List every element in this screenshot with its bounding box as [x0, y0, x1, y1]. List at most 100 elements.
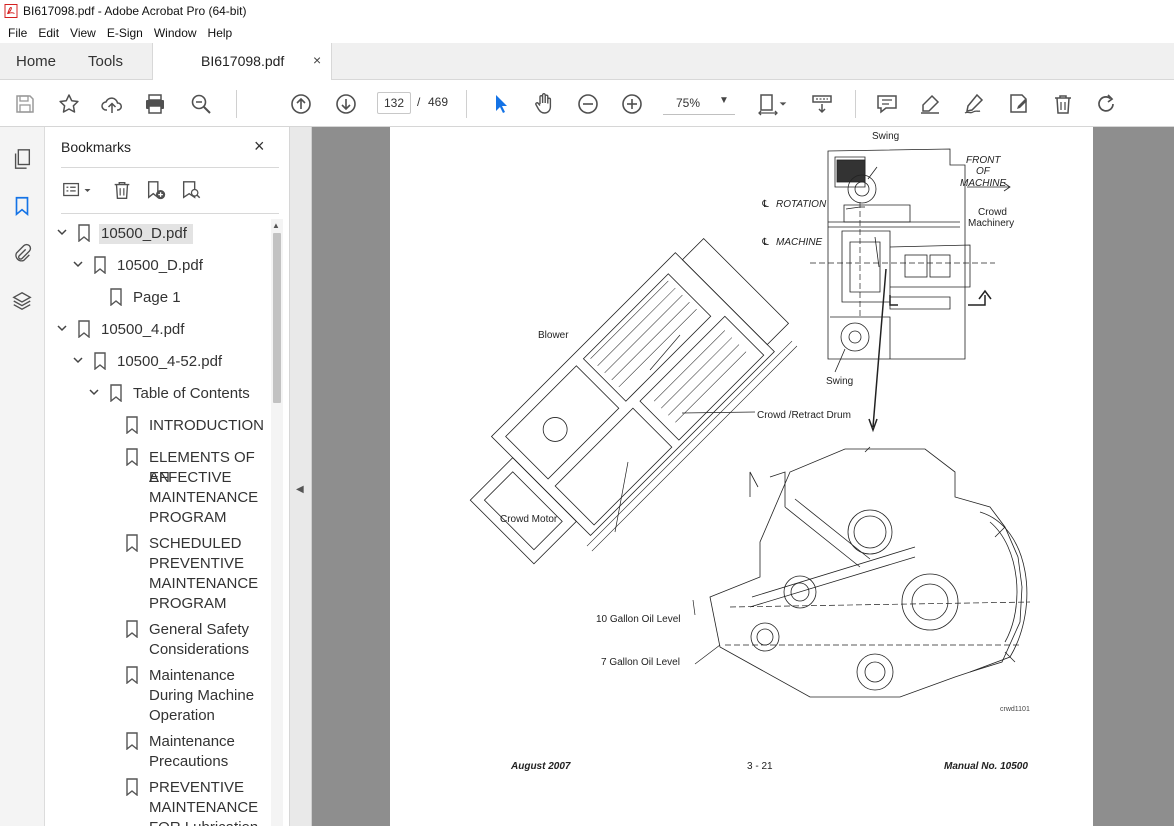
bookmark-panel-icon[interactable]	[8, 192, 36, 220]
bookmark-label-line: Precautions	[149, 753, 229, 770]
star-icon[interactable]	[56, 91, 82, 117]
bookmark-item[interactable]: SCHEDULED PREVENTIVE MAINTENANCE PROGRAM	[45, 532, 271, 616]
page-thumbnails-icon[interactable]	[8, 145, 36, 173]
page-separator: /	[417, 95, 421, 109]
bookmark-item[interactable]: ELEMENTS OF AN EFFECTIVE MAINTENANCE PRO…	[45, 446, 271, 530]
bookmark-item[interactable]: General Safety Considerations	[45, 618, 271, 662]
page-number-input[interactable]: 132	[377, 92, 411, 114]
zoom-value: 75%	[676, 96, 701, 110]
print-icon[interactable]	[142, 91, 168, 117]
chevron-down-icon[interactable]	[776, 91, 790, 117]
zoom-out-search-icon[interactable]	[188, 91, 214, 117]
panel-collapse-strip[interactable]: ◀	[290, 127, 312, 826]
bookmark-item[interactable]: 10500_4-52.pdf	[45, 350, 271, 376]
label-ten-gallon: 10 Gallon Oil Level	[596, 614, 681, 625]
menu-esign[interactable]: E-Sign	[101, 26, 148, 40]
zoom-select[interactable]: 75% ▼	[663, 91, 735, 115]
bookmark-item[interactable]: INTRODUCTION	[45, 414, 271, 440]
menu-view[interactable]: View	[64, 26, 101, 40]
footer-manual: Manual No. 10500	[944, 761, 1028, 772]
chevron-down-icon[interactable]	[72, 258, 84, 270]
tab-document[interactable]: BI617098.pdf ×	[152, 43, 332, 81]
next-page-icon[interactable]	[333, 91, 359, 117]
chevron-down-icon: ▼	[719, 95, 729, 106]
bookmark-options-icon[interactable]	[61, 177, 92, 203]
collapse-left-icon[interactable]: ◀	[296, 484, 304, 495]
title-bar: BI617098.pdf - Adobe Acrobat Pro (64-bit…	[0, 0, 1174, 22]
sign-pen-icon[interactable]	[961, 91, 987, 117]
chevron-down-icon[interactable]	[56, 322, 68, 334]
close-tab-icon[interactable]: ×	[313, 52, 321, 68]
bookmark-icon	[94, 256, 106, 274]
menu-edit[interactable]: Edit	[32, 26, 64, 40]
bookmark-label-line: During Machine	[149, 687, 255, 704]
label-crowd-retract-drum: Crowd /Retract Drum	[757, 410, 851, 421]
attachments-paperclip-icon[interactable]	[8, 239, 36, 267]
bookmark-item[interactable]: Maintenance Precautions	[45, 730, 271, 774]
bookmark-label: 10500_4-52.pdf	[117, 353, 223, 370]
bookmark-item[interactable]: 10500_4.pdf	[45, 318, 271, 344]
delete-icon[interactable]	[1050, 91, 1076, 117]
highlight-pen-icon[interactable]	[917, 91, 943, 117]
layers-icon[interactable]	[8, 287, 36, 315]
centerline-icon: ℄	[761, 237, 770, 248]
left-rail	[0, 127, 45, 826]
centerline-icon: ℄	[761, 199, 770, 210]
comment-icon[interactable]	[874, 91, 900, 117]
toolbar-separator	[855, 90, 856, 118]
toolbar-separator	[236, 90, 237, 118]
menu-bar: File Edit View E-Sign Window Help	[0, 22, 1174, 43]
menu-window[interactable]: Window	[148, 26, 202, 40]
bookmark-item[interactable]: Page 1	[45, 286, 271, 312]
find-bookmark-icon[interactable]	[180, 177, 202, 203]
upload-cloud-icon[interactable]	[99, 91, 125, 117]
menu-help[interactable]: Help	[202, 26, 238, 40]
previous-page-icon[interactable]	[288, 91, 314, 117]
select-cursor-icon[interactable]	[488, 91, 514, 117]
edit-pdf-icon[interactable]	[1006, 91, 1032, 117]
scrollbar-thumb[interactable]	[273, 233, 281, 403]
save-icon[interactable]	[12, 91, 38, 117]
label-machine: MACHINE	[776, 237, 823, 248]
zoom-in-icon[interactable]	[619, 91, 645, 117]
menu-file[interactable]: File	[2, 26, 32, 40]
chevron-down-icon[interactable]	[72, 354, 84, 366]
bookmark-icon	[126, 732, 138, 750]
bookmark-item[interactable]: 10500_D.pdf	[45, 254, 271, 280]
bookmark-item[interactable]: Table of Contents	[45, 382, 271, 408]
toolbar-separator	[466, 90, 467, 118]
scroll-up-icon[interactable]: ▲	[272, 221, 280, 230]
window-title: BI617098.pdf - Adobe Acrobat Pro (64-bit…	[23, 4, 247, 18]
bookmark-item[interactable]: PREVENTIVE MAINTENANCE FOR Lubrication	[45, 776, 271, 826]
chevron-down-icon[interactable]	[56, 226, 68, 238]
bookmark-label-line: PREVENTIVE	[149, 555, 245, 572]
bookmark-icon	[126, 448, 138, 466]
redo-icon[interactable]	[1094, 91, 1120, 117]
hand-tool-icon[interactable]	[531, 91, 557, 117]
tab-bar: Home Tools BI617098.pdf ×	[0, 43, 1174, 81]
tab-home[interactable]: Home	[16, 43, 56, 80]
chevron-down-icon[interactable]	[88, 386, 100, 398]
new-bookmark-icon[interactable]	[145, 177, 167, 203]
bookmark-label-line: Considerations	[149, 641, 250, 658]
bookmark-icon	[126, 620, 138, 638]
bookmark-label-line: MAINTENANCE	[149, 489, 259, 506]
bookmark-label-line: PROGRAM	[149, 509, 227, 526]
close-panel-icon[interactable]: ×	[254, 136, 265, 157]
bookmark-icon	[94, 352, 106, 370]
zoom-out-icon[interactable]	[575, 91, 601, 117]
bookmark-icon	[126, 534, 138, 552]
acrobat-pdf-icon	[4, 4, 18, 18]
bookmark-icon	[78, 320, 90, 338]
document-viewport[interactable]: Swing FRONT OF MACHINE ℄ ROTATION Crowd …	[312, 127, 1174, 826]
bookmark-item[interactable]: 10500_D.pdf	[45, 222, 271, 248]
bookmark-label: 10500_4.pdf	[101, 321, 185, 338]
bookmarks-scrollbar[interactable]: ▲	[271, 219, 283, 826]
delete-bookmark-icon[interactable]	[111, 177, 133, 203]
bookmarks-panel: Bookmarks × 10500_D.pdf 10500_D.pdf Page…	[45, 127, 290, 826]
bookmark-label-line: FOR Lubrication	[149, 818, 258, 826]
scrolling-mode-icon[interactable]	[809, 91, 835, 117]
bookmark-label-line: PROGRAM	[149, 595, 227, 612]
tab-tools[interactable]: Tools	[88, 43, 123, 80]
bookmark-item[interactable]: Maintenance During Machine Operation	[45, 664, 271, 728]
